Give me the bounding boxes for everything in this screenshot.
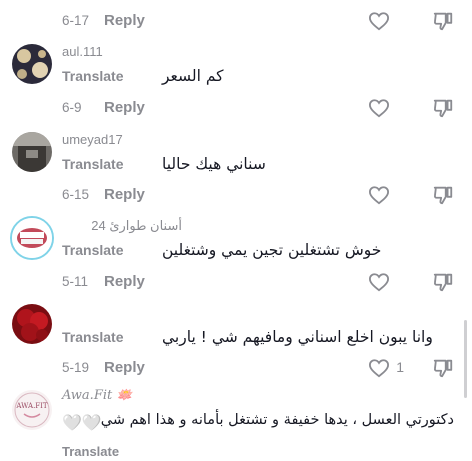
comment-body: Translate وانا يبون اخلع اسناني ومافيهم … bbox=[62, 326, 454, 348]
avatar[interactable] bbox=[12, 44, 52, 84]
comment-username[interactable]: Awa.Fit 🪷 bbox=[62, 388, 133, 403]
heart-outline-icon[interactable] bbox=[368, 272, 390, 292]
comment-meta: 6-9 Reply bbox=[62, 97, 145, 117]
comment-item: 6-17 Reply bbox=[0, 0, 472, 40]
avatar-image bbox=[12, 44, 52, 84]
heart-emoji-icon: 🤍🤍 bbox=[62, 415, 102, 432]
heart-outline-icon[interactable] bbox=[368, 358, 390, 378]
svg-text:AWA.FIT: AWA.FIT bbox=[15, 402, 48, 410]
comment-text: خوش تشتغلين تجين يمي وشتغلين bbox=[162, 241, 382, 259]
heart-outline-icon[interactable] bbox=[368, 98, 390, 118]
heart-outline-icon[interactable] bbox=[368, 185, 390, 205]
scrollbar[interactable] bbox=[464, 320, 467, 398]
comment-text: دكتورتي العسل ، يدها خفيفة و تشتغل بأمان… bbox=[93, 412, 454, 428]
reply-button[interactable]: Reply bbox=[104, 273, 145, 290]
comment-item: umeyad17 Translate سناني هيك حاليا 6-15 … bbox=[0, 128, 472, 214]
thumbs-down-outline-icon[interactable] bbox=[432, 184, 454, 206]
reply-button[interactable]: Reply bbox=[104, 186, 145, 203]
avatar[interactable] bbox=[10, 216, 54, 260]
comment-text: وانا يبون اخلع اسناني ومافيهم شي ! ياربي bbox=[162, 328, 433, 346]
like-count: 1 bbox=[396, 359, 404, 375]
comment-date: 5-19 bbox=[62, 359, 90, 375]
reply-button[interactable]: Reply bbox=[104, 99, 145, 116]
comment-date: 6-17 bbox=[62, 12, 90, 28]
avatar-image bbox=[12, 218, 52, 258]
comment-meta: 6-15 Reply bbox=[62, 184, 145, 204]
comment-meta: 5-11 Reply bbox=[62, 271, 145, 291]
comment-username[interactable]: أسنان طوارئ 24 bbox=[62, 218, 182, 234]
comment-meta: 6-17 Reply bbox=[62, 10, 145, 30]
avatar-image bbox=[12, 304, 52, 344]
comment-date: 5-11 bbox=[62, 273, 89, 289]
comment-body: Translate سناني هيك حاليا bbox=[62, 153, 454, 175]
translate-button[interactable]: Translate bbox=[62, 156, 123, 172]
thumbs-down-outline-icon[interactable] bbox=[432, 271, 454, 293]
avatar-image: AWA.FIT bbox=[12, 390, 52, 430]
heart-outline-icon[interactable] bbox=[368, 11, 390, 31]
comment-text: كم السعر bbox=[162, 67, 224, 85]
comment-date: 6-15 bbox=[62, 186, 90, 202]
thumbs-down-outline-icon[interactable] bbox=[432, 357, 454, 379]
thumbs-down-outline-icon[interactable] bbox=[432, 10, 454, 32]
avatar[interactable]: AWA.FIT bbox=[12, 390, 52, 430]
comment-meta: 5-19 Reply bbox=[62, 357, 145, 377]
comment-item: Translate وانا يبون اخلع اسناني ومافيهم … bbox=[0, 300, 472, 386]
comment-body: Translate كم السعر bbox=[62, 65, 454, 87]
comment-body: دكتورتي العسل ، يدها خفيفة و تشتغل بأمان… bbox=[62, 409, 454, 431]
comment-date: 6-9 bbox=[62, 99, 82, 115]
reply-button[interactable]: Reply bbox=[104, 12, 145, 29]
comment-username[interactable]: umeyad17 bbox=[62, 132, 123, 147]
thumbs-down-outline-icon[interactable] bbox=[432, 97, 454, 119]
comment-username[interactable]: aul.111 bbox=[62, 44, 103, 59]
comment-item: aul.111 Translate كم السعر 6-9 Reply bbox=[0, 40, 472, 128]
heart-emojis: 🤍🤍 bbox=[62, 413, 102, 435]
avatar[interactable] bbox=[12, 304, 52, 344]
comment-body: Translate خوش تشتغلين تجين يمي وشتغلين bbox=[62, 239, 454, 261]
translate-button[interactable]: Translate bbox=[62, 242, 123, 258]
comment-item: أسنان طوارئ 24 Translate خوش تشتغلين تجي… bbox=[0, 214, 472, 300]
translate-button[interactable]: Translate bbox=[62, 444, 119, 459]
avatar[interactable] bbox=[12, 132, 52, 172]
avatar-image bbox=[12, 132, 52, 172]
translate-button[interactable]: Translate bbox=[62, 329, 123, 345]
comment-text: سناني هيك حاليا bbox=[162, 155, 266, 173]
reply-button[interactable]: Reply bbox=[104, 359, 145, 376]
translate-button[interactable]: Translate bbox=[62, 68, 123, 84]
